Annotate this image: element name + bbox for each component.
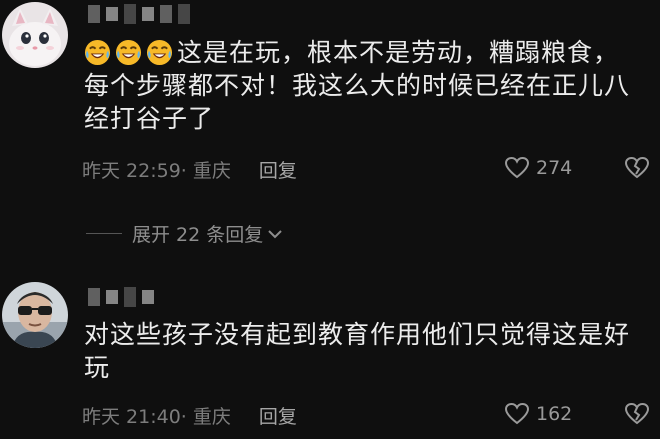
comment-time-location: 昨天 21:40· 重庆 — [82, 402, 231, 429]
like-count: 162 — [536, 403, 573, 425]
comment-time: 昨天 21:40 — [82, 406, 181, 428]
comment-location: · 重庆 — [180, 406, 231, 428]
man-sunglasses-avatar-icon — [2, 282, 68, 348]
username-redacted[interactable] — [88, 4, 190, 24]
reply-button[interactable]: 回复 — [259, 156, 297, 183]
comment-item: 这是在玩，根本不是劳动，糟蹋粮食，每个步骤都不对！我这么大的时候已经在正儿八经打… — [0, 0, 660, 246]
username-redacted[interactable] — [88, 287, 154, 307]
like-button[interactable]: 274 — [504, 156, 572, 180]
laughing-crying-emoji-icon — [146, 39, 173, 66]
comment-item: 对这些孩子没有起到教育作用他们只觉得这是好玩 昨天 21:40· 重庆 回复 1… — [0, 278, 660, 439]
avatar[interactable] — [2, 282, 68, 348]
comment-meta: 昨天 22:59· 重庆 回复 — [82, 156, 297, 183]
dislike-button[interactable] — [624, 156, 650, 184]
expand-replies-button[interactable]: 展开 22 条回复 — [86, 220, 283, 247]
laughing-crying-emoji-icon — [84, 39, 111, 66]
divider-line — [86, 233, 122, 234]
heart-outline-icon — [504, 156, 530, 179]
laughing-crying-emoji-icon — [115, 39, 142, 66]
comment-time-location: 昨天 22:59· 重庆 — [82, 156, 231, 183]
comment-location: · 重庆 — [180, 160, 231, 182]
chevron-down-icon — [268, 229, 282, 238]
expand-replies-label: 展开 22 条回复 — [132, 224, 264, 246]
comment-text: 对这些孩子没有起到教育作用他们只觉得这是好玩 — [84, 318, 640, 384]
comment-body: 对这些孩子没有起到教育作用他们只觉得这是好玩 — [84, 320, 631, 382]
cat-avatar-icon — [2, 2, 68, 68]
broken-heart-icon — [624, 402, 650, 425]
avatar[interactable] — [2, 2, 68, 68]
broken-heart-icon — [624, 156, 650, 179]
comment-text: 这是在玩，根本不是劳动，糟蹋粮食，每个步骤都不对！我这么大的时候已经在正儿八经打… — [84, 36, 640, 135]
comment-meta: 昨天 21:40· 重庆 回复 — [82, 402, 297, 429]
dislike-button[interactable] — [624, 402, 650, 430]
reply-button[interactable]: 回复 — [259, 402, 297, 429]
comment-time: 昨天 22:59 — [82, 160, 181, 182]
heart-outline-icon — [504, 402, 530, 425]
like-count: 274 — [536, 157, 573, 179]
like-button[interactable]: 162 — [504, 402, 572, 426]
